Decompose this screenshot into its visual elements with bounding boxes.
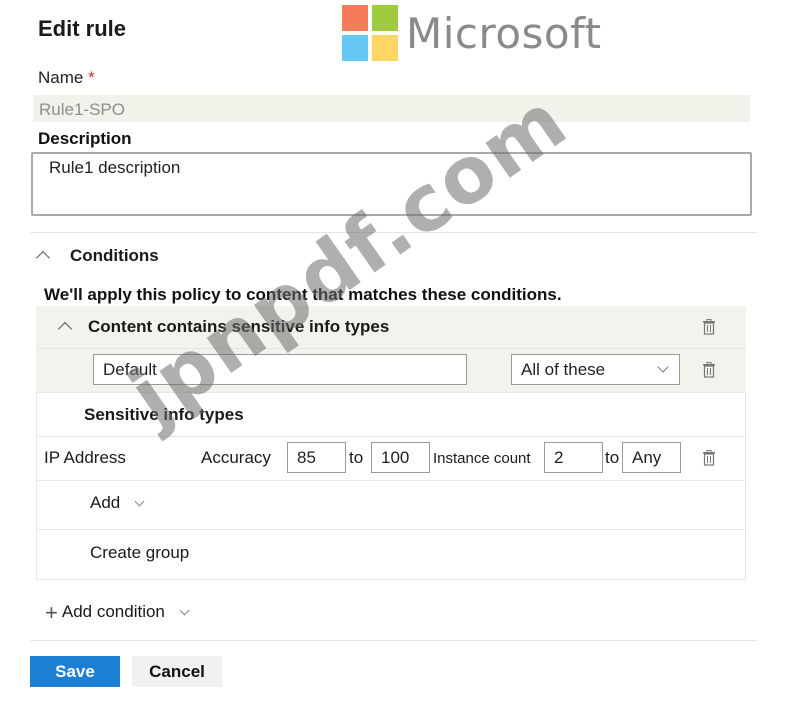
add-label: Add (90, 493, 121, 512)
description-textarea[interactable]: Rule1 description (31, 152, 752, 216)
description-label: Description (38, 129, 132, 148)
match-type-value: All of these (521, 360, 606, 379)
save-button[interactable]: Save (30, 656, 120, 687)
trash-icon[interactable] (702, 319, 716, 335)
name-input[interactable]: Rule1-SPO (33, 95, 750, 122)
sensitive-info-types-header: Sensitive info types (84, 405, 244, 424)
divider (30, 640, 756, 641)
row-divider (36, 348, 746, 349)
add-condition-button[interactable]: + Add condition (45, 599, 190, 625)
accuracy-max-input[interactable]: 100 (371, 442, 430, 473)
add-dropdown[interactable]: Add (90, 493, 145, 513)
trash-icon[interactable] (702, 450, 716, 466)
content-contains-title: Content contains sensitive info types (88, 317, 390, 336)
conditions-intro: We'll apply this policy to content that … (44, 285, 562, 304)
to-label: to (605, 448, 620, 467)
conditions-toggle[interactable]: Conditions (35, 246, 159, 266)
row-divider (36, 480, 746, 481)
chevron-down-icon (179, 605, 190, 615)
microsoft-logo-text: Microsoft (406, 8, 602, 58)
chevron-down-icon (657, 361, 669, 373)
chevron-up-icon (35, 250, 51, 266)
add-condition-label: Add condition (61, 602, 165, 621)
chevron-up-icon (57, 321, 73, 337)
group-name-input[interactable]: Default (93, 354, 467, 385)
row-divider (36, 529, 746, 530)
instance-min-input[interactable]: 2 (544, 442, 603, 473)
plus-icon: + (45, 599, 58, 625)
name-label-text: Name (38, 68, 84, 87)
create-group-link[interactable]: Create group (90, 543, 189, 563)
microsoft-logo-icon (342, 5, 398, 61)
match-type-select[interactable]: All of these (511, 354, 680, 385)
chevron-down-icon (134, 496, 145, 506)
required-mark: * (88, 68, 95, 87)
microsoft-logo: Microsoft (342, 5, 602, 61)
cancel-button[interactable]: Cancel (132, 656, 222, 687)
conditions-title: Conditions (70, 246, 159, 265)
trash-icon[interactable] (702, 362, 716, 378)
divider (30, 232, 756, 233)
row-divider (36, 392, 746, 393)
to-label: to (349, 448, 364, 467)
instance-max-input[interactable]: Any (622, 442, 681, 473)
name-label: Name * (38, 68, 95, 88)
accuracy-min-input[interactable]: 85 (287, 442, 346, 473)
instance-count-label: Instance count (433, 450, 531, 467)
page-title: Edit rule (38, 16, 127, 41)
sit-name: IP Address (44, 448, 126, 467)
row-divider (36, 436, 746, 437)
content-contains-toggle[interactable]: Content contains sensitive info types (57, 317, 390, 337)
accuracy-label: Accuracy (201, 448, 271, 467)
